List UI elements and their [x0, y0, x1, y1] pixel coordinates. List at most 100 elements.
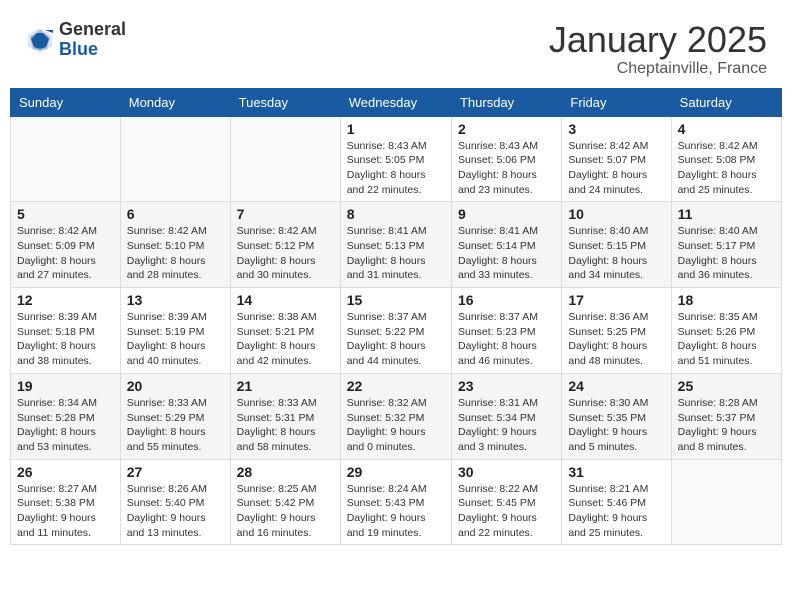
day-info: Sunrise: 8:37 AM Sunset: 5:22 PM Dayligh…	[347, 310, 445, 369]
calendar-header-sunday: Sunday	[11, 88, 121, 116]
calendar-header-thursday: Thursday	[451, 88, 561, 116]
day-info: Sunrise: 8:22 AM Sunset: 5:45 PM Dayligh…	[458, 482, 555, 541]
calendar-week-4: 19 Sunrise: 8:34 AM Sunset: 5:28 PM Dayli…	[11, 373, 782, 459]
day-number: 19	[17, 378, 114, 394]
calendar-day: 22Sunrise: 8:32 AM Sunset: 5:32 PM Dayli…	[340, 373, 451, 459]
calendar-day: 23Sunrise: 8:31 AM Sunset: 5:34 PM Dayli…	[451, 373, 561, 459]
day-info: Sunrise: 8:42 AM Sunset: 5:08 PM Dayligh…	[678, 139, 775, 198]
day-number: 13	[127, 292, 224, 308]
day-number: 30	[458, 464, 555, 480]
calendar-day: 6 Sunrise: 8:42 AM Sunset: 5:10 PM Daylig…	[120, 202, 230, 288]
calendar-day	[230, 116, 340, 202]
day-number: 14	[237, 292, 334, 308]
day-info: Sunrise: 8:35 AM Sunset: 5:26 PM Dayligh…	[678, 310, 775, 369]
day-info: Sunrise: 8:40 AM Sunset: 5:17 PM Dayligh…	[678, 224, 775, 283]
day-number: 29	[347, 464, 445, 480]
calendar-day: 7Sunrise: 8:42 AM Sunset: 5:12 PM Daylig…	[230, 202, 340, 288]
day-info: Sunrise: 8:38 AM Sunset: 5:21 PM Dayligh…	[237, 310, 334, 369]
day-info: Sunrise: 8:42 AM Sunset: 5:07 PM Dayligh…	[568, 139, 664, 198]
calendar-day: 26Sunrise: 8:27 AM Sunset: 5:38 PM Dayli…	[11, 459, 121, 545]
calendar-day: 1Sunrise: 8:43 AM Sunset: 5:05 PM Daylig…	[340, 116, 451, 202]
day-info: Sunrise: 8:40 AM Sunset: 5:15 PM Dayligh…	[568, 224, 664, 283]
day-info: Sunrise: 8:25 AM Sunset: 5:42 PM Dayligh…	[237, 482, 334, 541]
day-number: 10	[568, 206, 664, 222]
calendar-day: 14 Sunrise: 8:38 AM Sunset: 5:21 PM Dayli…	[230, 288, 340, 374]
day-number: 4	[678, 121, 775, 137]
location: Cheptainville, France	[549, 60, 767, 78]
day-info: Sunrise: 8:43 AM Sunset: 5:05 PM Dayligh…	[347, 139, 445, 198]
calendar-day: 12Sunrise: 8:39 AM Sunset: 5:18 PM Dayli…	[11, 288, 121, 374]
calendar-day: 5 Sunrise: 8:42 AM Sunset: 5:09 PM Daylig…	[11, 202, 121, 288]
calendar-day: 16Sunrise: 8:37 AM Sunset: 5:23 PM Dayli…	[451, 288, 561, 374]
day-number: 11	[678, 206, 775, 222]
day-info: Sunrise: 8:30 AM Sunset: 5:35 PM Dayligh…	[568, 396, 664, 455]
calendar-day: 17Sunrise: 8:36 AM Sunset: 5:25 PM Dayli…	[562, 288, 671, 374]
calendar-day: 24 Sunrise: 8:30 AM Sunset: 5:35 PM Dayli…	[562, 373, 671, 459]
calendar-day: 4 Sunrise: 8:42 AM Sunset: 5:08 PM Daylig…	[671, 116, 781, 202]
calendar-day	[671, 459, 781, 545]
day-number: 8	[347, 206, 445, 222]
calendar-day: 10 Sunrise: 8:40 AM Sunset: 5:15 PM Dayli…	[562, 202, 671, 288]
calendar-header-tuesday: Tuesday	[230, 88, 340, 116]
day-number: 28	[237, 464, 334, 480]
day-info: Sunrise: 8:37 AM Sunset: 5:23 PM Dayligh…	[458, 310, 555, 369]
calendar-day: 15 Sunrise: 8:37 AM Sunset: 5:22 PM Dayli…	[340, 288, 451, 374]
day-number: 27	[127, 464, 224, 480]
logo-general: General	[59, 20, 126, 40]
day-info: Sunrise: 8:21 AM Sunset: 5:46 PM Dayligh…	[568, 482, 664, 541]
calendar-day	[120, 116, 230, 202]
day-number: 25	[678, 378, 775, 394]
month-title: January 2025	[549, 20, 767, 60]
day-number: 21	[237, 378, 334, 394]
calendar-day: 8 Sunrise: 8:41 AM Sunset: 5:13 PM Daylig…	[340, 202, 451, 288]
day-info: Sunrise: 8:34 AM Sunset: 5:28 PM Dayligh…	[17, 396, 114, 455]
day-number: 5	[17, 206, 114, 222]
calendar-week-2: 5 Sunrise: 8:42 AM Sunset: 5:09 PM Daylig…	[11, 202, 782, 288]
day-number: 6	[127, 206, 224, 222]
logo-blue: Blue	[59, 40, 126, 60]
calendar-week-5: 26Sunrise: 8:27 AM Sunset: 5:38 PM Dayli…	[11, 459, 782, 545]
calendar-day: 9 Sunrise: 8:41 AM Sunset: 5:14 PM Daylig…	[451, 202, 561, 288]
calendar-day: 18 Sunrise: 8:35 AM Sunset: 5:26 PM Dayli…	[671, 288, 781, 374]
calendar-header-saturday: Saturday	[671, 88, 781, 116]
calendar-day: 30 Sunrise: 8:22 AM Sunset: 5:45 PM Dayli…	[451, 459, 561, 545]
calendar-day: 27 Sunrise: 8:26 AM Sunset: 5:40 PM Dayli…	[120, 459, 230, 545]
day-number: 17	[568, 292, 664, 308]
day-number: 24	[568, 378, 664, 394]
calendar-day: 25 Sunrise: 8:28 AM Sunset: 5:37 PM Dayli…	[671, 373, 781, 459]
calendar-day	[11, 116, 121, 202]
day-info: Sunrise: 8:39 AM Sunset: 5:19 PM Dayligh…	[127, 310, 224, 369]
day-info: Sunrise: 8:31 AM Sunset: 5:34 PM Dayligh…	[458, 396, 555, 455]
day-info: Sunrise: 8:42 AM Sunset: 5:09 PM Dayligh…	[17, 224, 114, 283]
calendar-header-monday: Monday	[120, 88, 230, 116]
day-info: Sunrise: 8:42 AM Sunset: 5:12 PM Dayligh…	[237, 224, 334, 283]
calendar-day: 3 Sunrise: 8:42 AM Sunset: 5:07 PM Daylig…	[562, 116, 671, 202]
day-info: Sunrise: 8:42 AM Sunset: 5:10 PM Dayligh…	[127, 224, 224, 283]
day-number: 20	[127, 378, 224, 394]
day-number: 9	[458, 206, 555, 222]
day-info: Sunrise: 8:24 AM Sunset: 5:43 PM Dayligh…	[347, 482, 445, 541]
calendar-week-1: 1Sunrise: 8:43 AM Sunset: 5:05 PM Daylig…	[11, 116, 782, 202]
day-info: Sunrise: 8:43 AM Sunset: 5:06 PM Dayligh…	[458, 139, 555, 198]
day-number: 26	[17, 464, 114, 480]
day-info: Sunrise: 8:28 AM Sunset: 5:37 PM Dayligh…	[678, 396, 775, 455]
day-number: 15	[347, 292, 445, 308]
title-section: January 2025 Cheptainville, France	[549, 20, 767, 78]
page-header: General Blue January 2025 Cheptainville,…	[10, 10, 782, 83]
calendar-day: 13 Sunrise: 8:39 AM Sunset: 5:19 PM Dayli…	[120, 288, 230, 374]
day-number: 22	[347, 378, 445, 394]
calendar-table: SundayMondayTuesdayWednesdayThursdayFrid…	[10, 88, 782, 546]
calendar-day: 31 Sunrise: 8:21 AM Sunset: 5:46 PM Dayli…	[562, 459, 671, 545]
day-number: 3	[568, 121, 664, 137]
day-number: 31	[568, 464, 664, 480]
day-number: 18	[678, 292, 775, 308]
day-info: Sunrise: 8:41 AM Sunset: 5:13 PM Dayligh…	[347, 224, 445, 283]
day-info: Sunrise: 8:41 AM Sunset: 5:14 PM Dayligh…	[458, 224, 555, 283]
logo-icon	[25, 25, 55, 55]
calendar-day: 2Sunrise: 8:43 AM Sunset: 5:06 PM Daylig…	[451, 116, 561, 202]
calendar-day: 19 Sunrise: 8:34 AM Sunset: 5:28 PM Dayli…	[11, 373, 121, 459]
day-info: Sunrise: 8:26 AM Sunset: 5:40 PM Dayligh…	[127, 482, 224, 541]
calendar-header-row: SundayMondayTuesdayWednesdayThursdayFrid…	[11, 88, 782, 116]
calendar-day: 20Sunrise: 8:33 AM Sunset: 5:29 PM Dayli…	[120, 373, 230, 459]
logo-text: General Blue	[59, 20, 126, 60]
